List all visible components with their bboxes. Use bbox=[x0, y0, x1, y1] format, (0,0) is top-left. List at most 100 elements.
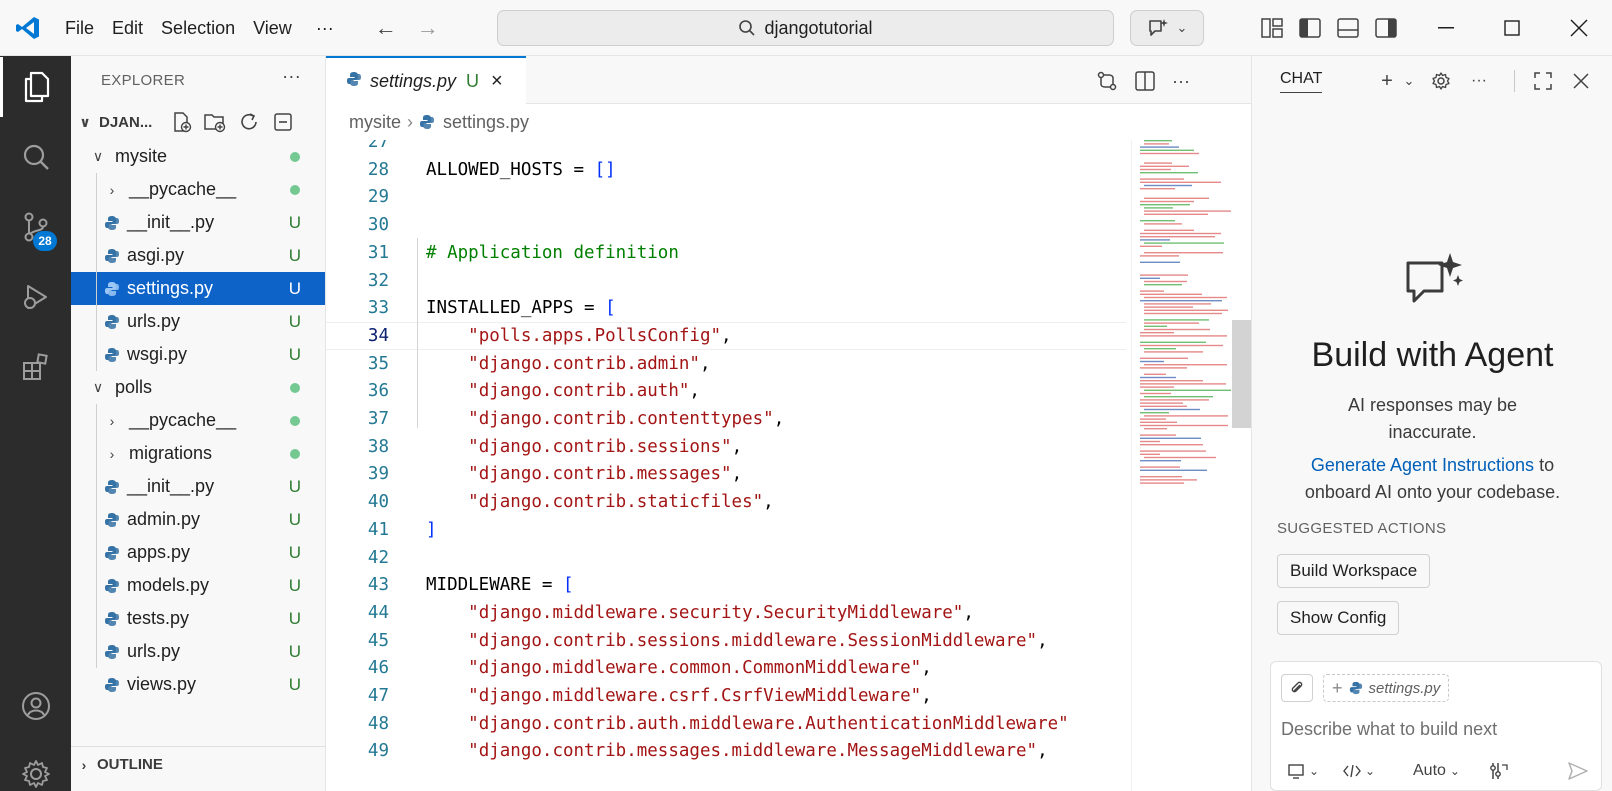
chevron-down-icon[interactable]: ⌄ bbox=[1396, 68, 1422, 94]
chat-input-placeholder[interactable]: Describe what to build next bbox=[1281, 719, 1497, 740]
code-line[interactable]: 41] bbox=[326, 516, 1126, 544]
tree-folder[interactable]: › migrations bbox=[71, 437, 325, 470]
send-icon[interactable] bbox=[1567, 758, 1589, 784]
minimap[interactable] bbox=[1131, 140, 1252, 791]
toggle-secondary-sidebar-icon[interactable] bbox=[1372, 14, 1400, 42]
attach-paperclip-icon[interactable] bbox=[1281, 674, 1313, 702]
menu-selection[interactable]: Selection bbox=[152, 0, 244, 56]
breadcrumb-folder[interactable]: mysite bbox=[349, 112, 401, 133]
split-editor-icon[interactable] bbox=[1132, 68, 1158, 94]
menu-file[interactable]: File bbox=[56, 0, 103, 56]
tree-file[interactable]: __init__.py U bbox=[71, 470, 325, 503]
code-line[interactable]: 38 "django.contrib.sessions", bbox=[326, 433, 1126, 461]
code-editor[interactable]: 27 28 ALLOWED_HOSTS = [] 29 30 31 # Applicatio… bbox=[326, 140, 1126, 791]
new-folder-icon[interactable] bbox=[203, 111, 227, 137]
model-picker-button[interactable]: Auto ⌄ bbox=[1413, 758, 1460, 784]
tools-icon[interactable] bbox=[1489, 758, 1509, 784]
workspace-section-header[interactable]: ∨ DJAN... bbox=[71, 104, 325, 140]
code-line[interactable]: 47 "django.middleware.csrf.CsrfViewMiddl… bbox=[326, 682, 1126, 710]
tree-file[interactable]: apps.py U bbox=[71, 536, 325, 569]
tree-folder[interactable]: ∨ mysite bbox=[71, 140, 325, 173]
minimap-scrollbar[interactable] bbox=[1232, 320, 1252, 428]
compare-changes-icon[interactable] bbox=[1094, 68, 1120, 94]
maximize-icon[interactable] bbox=[1479, 0, 1545, 56]
tree-file[interactable]: views.py U bbox=[71, 668, 325, 697]
tree-file[interactable]: wsgi.py U bbox=[71, 338, 325, 371]
tree-folder[interactable]: ∨ polls bbox=[71, 371, 325, 404]
extensions-icon[interactable] bbox=[0, 337, 71, 397]
accounts-icon[interactable] bbox=[0, 676, 71, 736]
close-panel-icon[interactable] bbox=[1568, 68, 1594, 94]
command-center-search[interactable]: djangotutorial bbox=[497, 10, 1114, 46]
chat-input-box[interactable]: + settings.py Describe what to build nex… bbox=[1270, 661, 1602, 791]
new-file-icon[interactable] bbox=[171, 111, 193, 137]
tree-file[interactable]: tests.py U bbox=[71, 602, 325, 635]
code-line[interactable]: 44 "django.middleware.security.SecurityM… bbox=[326, 599, 1126, 627]
tree-file[interactable]: urls.py U bbox=[71, 305, 325, 338]
back-arrow-icon[interactable]: ← bbox=[365, 15, 407, 41]
explorer-header: EXPLORER ··· bbox=[71, 56, 325, 104]
mode-picker-button[interactable]: ⌄ bbox=[1343, 758, 1375, 784]
menu-view[interactable]: View bbox=[244, 0, 301, 56]
code-line[interactable]: 33 INSTALLED_APPS = [ bbox=[326, 294, 1126, 322]
menu-edit[interactable]: Edit bbox=[103, 0, 152, 56]
code-line[interactable]: 40 "django.contrib.staticfiles", bbox=[326, 488, 1126, 516]
chat-settings-icon[interactable] bbox=[1428, 68, 1454, 94]
toggle-primary-sidebar-icon[interactable] bbox=[1296, 14, 1324, 42]
tree-folder[interactable]: › __pycache__ bbox=[71, 173, 325, 206]
code-line[interactable]: 39 "django.contrib.messages", bbox=[326, 460, 1126, 488]
close-tab-icon[interactable]: × bbox=[491, 70, 503, 93]
context-file-chip[interactable]: + settings.py bbox=[1323, 674, 1450, 702]
tree-file[interactable]: admin.py U bbox=[71, 503, 325, 536]
code-line[interactable]: 35 "django.contrib.admin", bbox=[326, 350, 1126, 378]
maximize-panel-icon[interactable] bbox=[1530, 68, 1556, 94]
code-line[interactable]: 32 bbox=[326, 267, 1126, 295]
line-number: 40 bbox=[367, 492, 389, 513]
menu-more[interactable]: ··· bbox=[307, 0, 343, 56]
code-line[interactable]: 49 "django.contrib.messages.middleware.M… bbox=[326, 737, 1126, 765]
chat-toggle-button[interactable]: ⌄ bbox=[1130, 10, 1204, 46]
code-line[interactable]: 28 ALLOWED_HOSTS = [] bbox=[326, 156, 1126, 184]
generate-instructions-link[interactable]: Generate Agent Instructions bbox=[1311, 455, 1534, 475]
source-control-icon[interactable]: 28 bbox=[0, 197, 71, 257]
code-line[interactable]: 31 # Application definition bbox=[326, 239, 1126, 267]
tree-file[interactable]: asgi.py U bbox=[71, 239, 325, 272]
code-line[interactable]: 37 "django.contrib.contenttypes", bbox=[326, 405, 1126, 433]
build-workspace-button[interactable]: Build Workspace bbox=[1277, 554, 1431, 588]
chat-title-tab[interactable]: CHAT bbox=[1280, 70, 1323, 93]
outline-section[interactable]: › OUTLINE bbox=[71, 746, 325, 782]
tree-file[interactable]: models.py U bbox=[71, 569, 325, 602]
explorer-more-button[interactable]: ··· bbox=[282, 66, 301, 87]
search-view-icon[interactable] bbox=[0, 127, 71, 187]
code-line[interactable]: 45 "django.contrib.sessions.middleware.S… bbox=[326, 627, 1126, 655]
breadcrumb-file[interactable]: settings.py bbox=[443, 112, 529, 133]
tree-file[interactable]: urls.py U bbox=[71, 635, 325, 668]
code-line[interactable]: 46 "django.middleware.common.CommonMiddl… bbox=[326, 654, 1126, 682]
minimize-icon[interactable] bbox=[1413, 0, 1479, 56]
tree-file[interactable]: __init__.py U bbox=[71, 206, 325, 239]
explorer-icon[interactable] bbox=[0, 57, 71, 117]
code-line[interactable]: 30 bbox=[326, 211, 1126, 239]
target-picker-button[interactable]: ⌄ bbox=[1287, 758, 1319, 784]
editor-more-button[interactable]: ··· bbox=[1168, 68, 1194, 94]
code-line[interactable]: 48 "django.contrib.auth.middleware.Authe… bbox=[326, 710, 1126, 738]
code-line[interactable]: 29 bbox=[326, 183, 1126, 211]
run-debug-icon[interactable] bbox=[0, 267, 71, 327]
toggle-panel-icon[interactable] bbox=[1334, 14, 1362, 42]
forward-arrow-icon[interactable]: → bbox=[407, 15, 449, 41]
code-line[interactable]: 27 bbox=[326, 140, 1126, 156]
chat-more-button[interactable]: ··· bbox=[1466, 68, 1492, 94]
settings-gear-icon[interactable] bbox=[0, 744, 71, 791]
code-line[interactable]: 43 MIDDLEWARE = [ bbox=[326, 571, 1126, 599]
customize-layout-icon[interactable] bbox=[1258, 14, 1286, 42]
close-window-icon[interactable] bbox=[1546, 0, 1612, 56]
tab-settings-py[interactable]: settings.py U × bbox=[326, 56, 526, 104]
collapse-all-icon[interactable] bbox=[272, 111, 294, 137]
code-line[interactable]: 36 "django.contrib.auth", bbox=[326, 377, 1126, 405]
code-line[interactable]: 34 "polls.apps.PollsConfig", bbox=[326, 321, 1126, 350]
code-line[interactable]: 42 bbox=[326, 544, 1126, 572]
show-config-button[interactable]: Show Config bbox=[1277, 601, 1400, 635]
tree-file[interactable]: settings.py U bbox=[71, 272, 325, 305]
refresh-icon[interactable] bbox=[238, 111, 260, 137]
tree-folder[interactable]: › __pycache__ bbox=[71, 404, 325, 437]
